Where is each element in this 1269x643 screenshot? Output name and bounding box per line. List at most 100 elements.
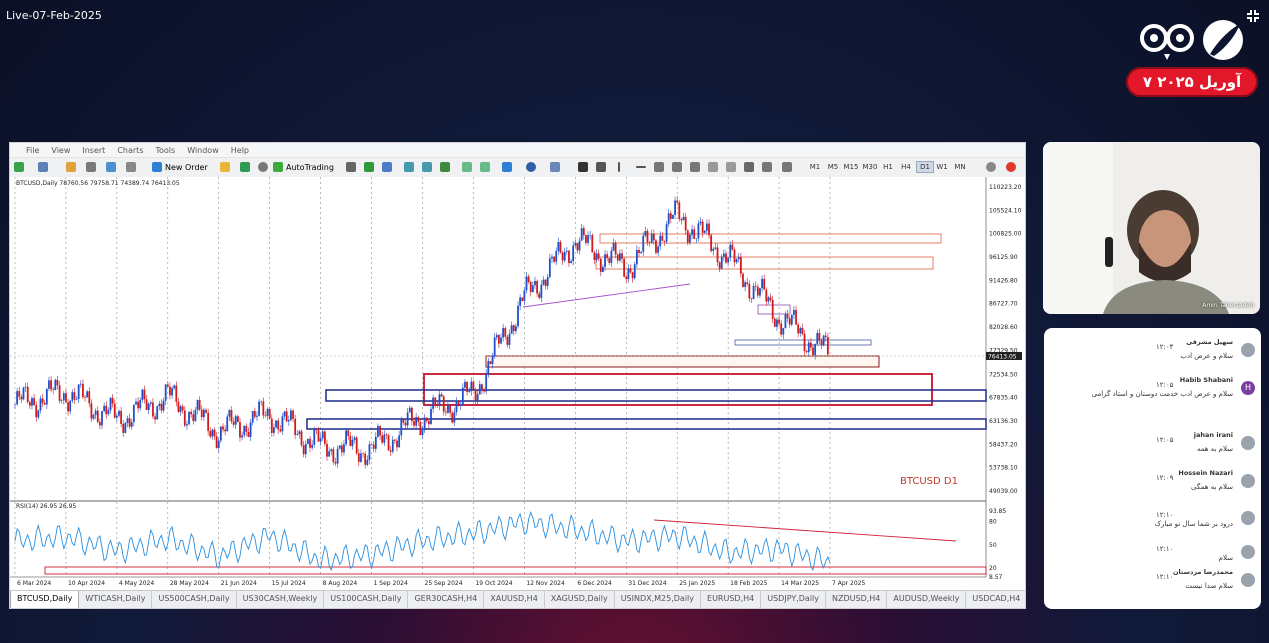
horizontal-line-icon[interactable] <box>636 161 646 173</box>
candle <box>228 410 231 417</box>
candle <box>243 425 246 436</box>
menu-charts[interactable]: Charts <box>117 146 143 155</box>
candle <box>699 221 702 224</box>
timeframe-m30[interactable]: M30 <box>862 161 878 173</box>
channel-icon[interactable] <box>672 161 682 173</box>
chart-tab[interactable]: US30CASH,Weekly <box>237 591 325 608</box>
new-chart-icon[interactable] <box>14 161 24 173</box>
fibonacci-icon[interactable] <box>690 161 700 173</box>
candle <box>512 325 515 332</box>
chart-tab[interactable]: XAUUSD,H4 <box>484 591 545 608</box>
timeframe-m1[interactable]: M1 <box>807 161 823 173</box>
price-chart[interactable]: BTCUSD,Daily 78760.56 79758.71 74389.74 … <box>10 177 1025 591</box>
profiles-icon[interactable] <box>38 161 48 173</box>
arrow-tool-icon[interactable] <box>762 161 772 173</box>
text-tool-icon[interactable] <box>708 161 718 173</box>
candle <box>357 453 360 462</box>
chart-tab[interactable]: US100CASH,Daily <box>324 591 409 608</box>
menu-view[interactable]: View <box>51 146 70 155</box>
timeframe-m15[interactable]: M15 <box>843 161 859 173</box>
vertical-line-icon[interactable] <box>618 161 620 173</box>
candle <box>572 245 575 262</box>
autoscroll-icon[interactable] <box>462 161 472 173</box>
trendline-icon[interactable] <box>654 161 664 173</box>
candle <box>625 276 628 280</box>
tile-windows-icon[interactable] <box>440 161 450 173</box>
menu-help[interactable]: Help <box>231 146 249 155</box>
shapes-dropdown-icon[interactable] <box>782 161 792 173</box>
terminal-icon[interactable] <box>106 161 116 173</box>
candle <box>75 398 78 400</box>
settings-gear-icon[interactable] <box>258 161 268 173</box>
presenter-video-icon <box>1043 142 1260 314</box>
meta-editor-icon[interactable] <box>220 161 230 173</box>
periods-icon[interactable] <box>526 161 536 173</box>
chart-tab[interactable]: USDCAD,H4 <box>966 591 1025 608</box>
tester-icon[interactable] <box>126 161 136 173</box>
candle <box>652 233 655 241</box>
navigator-icon[interactable] <box>86 161 96 173</box>
label-tool-icon[interactable] <box>726 161 736 173</box>
timeframe-mn[interactable]: MN <box>952 161 968 173</box>
menu-file[interactable]: File <box>26 146 39 155</box>
zoom-in-icon[interactable] <box>404 161 414 173</box>
candle <box>368 444 371 460</box>
templates-icon[interactable] <box>550 161 560 173</box>
candle <box>309 438 311 448</box>
candle <box>137 401 139 409</box>
zoom-out-icon[interactable] <box>422 161 432 173</box>
chart-tab[interactable]: NZDUSD,H4 <box>826 591 888 608</box>
candle <box>589 235 592 236</box>
chart-tab[interactable]: XAGUSD,Daily <box>545 591 615 608</box>
candle <box>175 385 178 402</box>
signals-icon[interactable] <box>240 161 250 173</box>
chart-tab[interactable]: EURUSD,H4 <box>701 591 762 608</box>
candle <box>311 444 314 448</box>
menu-window[interactable]: Window <box>187 146 219 155</box>
notifications-icon[interactable] <box>1006 161 1016 173</box>
candle <box>718 262 721 269</box>
candle <box>253 410 256 417</box>
menu-insert[interactable]: Insert <box>82 146 105 155</box>
chart-tab[interactable]: USDJPY,Daily <box>761 591 827 608</box>
candle <box>725 253 727 263</box>
chart-tab[interactable]: WTICASH,Daily <box>79 591 153 608</box>
candles-icon[interactable] <box>364 161 374 173</box>
chart-tab[interactable]: US500CASH,Daily <box>152 591 237 608</box>
candle <box>323 431 326 444</box>
timeframe-d1[interactable]: D1 <box>916 161 934 173</box>
candle <box>79 383 82 385</box>
candle <box>752 285 755 299</box>
user-avatar-icon <box>1241 573 1255 587</box>
chart-tab[interactable]: USINDX,M25,Daily <box>615 591 702 608</box>
auto-trading-button[interactable]: AutoTrading <box>273 161 334 173</box>
timeframe-w1[interactable]: W1 <box>934 161 950 173</box>
new-order-button[interactable]: New Order <box>152 161 208 173</box>
candle <box>553 256 555 262</box>
menu-tools[interactable]: Tools <box>155 146 175 155</box>
indicators-icon[interactable] <box>502 161 512 173</box>
candle <box>300 431 303 446</box>
candle <box>347 430 350 436</box>
timeframe-m5[interactable]: M5 <box>825 161 841 173</box>
chart-shift-icon[interactable] <box>480 161 490 173</box>
candle <box>485 373 488 392</box>
chart-tab[interactable]: AUDUSD,Weekly <box>887 591 967 608</box>
candle <box>686 230 689 243</box>
timeframe-h4[interactable]: H4 <box>898 161 914 173</box>
candle <box>298 431 301 435</box>
crosshair-icon[interactable] <box>596 161 606 173</box>
chart-tab[interactable]: GER30CASH,H4 <box>408 591 485 608</box>
candle <box>39 398 42 411</box>
chart-tab[interactable]: BTCUSD,Daily <box>10 591 80 608</box>
search-icon[interactable] <box>986 161 996 173</box>
timeframe-h1[interactable]: H1 <box>880 161 896 173</box>
cursor-icon[interactable] <box>578 161 588 173</box>
market-watch-icon[interactable] <box>66 161 76 173</box>
bar-chart-icon[interactable] <box>346 161 356 173</box>
line-chart-icon[interactable] <box>382 161 392 173</box>
rectangle-tool-icon[interactable] <box>744 161 754 173</box>
candle <box>597 253 600 259</box>
demand-zone-76k[interactable] <box>485 355 880 368</box>
candle <box>194 410 197 421</box>
